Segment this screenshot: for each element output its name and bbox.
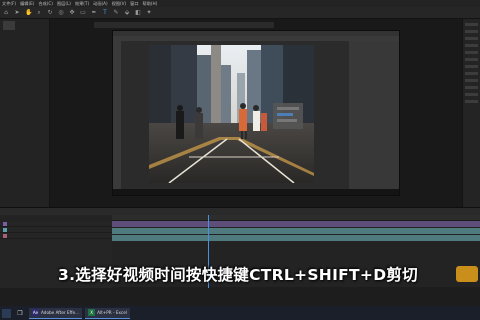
menu-window[interactable]: 窗口 bbox=[130, 1, 138, 7]
project-panel bbox=[0, 19, 50, 207]
menu-bar: 文件(F) 编辑(E) 合成(C) 图层(L) 效果(T) 动画(A) 视图(V… bbox=[0, 0, 480, 7]
os-taskbar: ❐ Ae Adobe After Effe... X Alt+PR - Exce… bbox=[0, 306, 480, 320]
text-tool-icon[interactable]: T bbox=[102, 9, 108, 16]
menu-file[interactable]: 文件(F) bbox=[2, 1, 16, 7]
street-photo-image bbox=[149, 45, 314, 183]
panel-item[interactable] bbox=[465, 58, 478, 61]
menu-composition[interactable]: 合成(C) bbox=[38, 1, 53, 7]
eraser-tool-icon[interactable]: ◧ bbox=[135, 9, 141, 16]
selection-tool-icon[interactable]: ➤ bbox=[14, 9, 20, 16]
start-button[interactable] bbox=[2, 308, 11, 318]
stamp-tool-icon[interactable]: ⬙ bbox=[124, 9, 130, 16]
right-info-panel bbox=[462, 19, 480, 207]
panel-item[interactable] bbox=[465, 100, 478, 103]
layer-track-bar[interactable] bbox=[112, 228, 480, 234]
layer-color-swatch bbox=[3, 227, 7, 232]
editor-side-panels bbox=[349, 41, 399, 189]
editor-inner-taskbar bbox=[113, 189, 399, 195]
project-info-line bbox=[0, 40, 49, 46]
tutorial-caption-band: 3.选择好视频时间按快捷键CTRL+SHIFT+D剪切 bbox=[56, 262, 420, 286]
home-icon[interactable]: ⌂ bbox=[3, 9, 9, 16]
panel-item[interactable] bbox=[465, 86, 478, 89]
editor-canvas-photo bbox=[149, 45, 314, 183]
panel-item[interactable] bbox=[465, 65, 478, 68]
panel-item[interactable] bbox=[465, 23, 478, 26]
zoom-tool-icon[interactable]: ⌕ bbox=[36, 9, 42, 16]
panel-item[interactable] bbox=[465, 51, 478, 54]
menu-layer[interactable]: 图层(L) bbox=[57, 1, 71, 7]
timeline-header bbox=[0, 208, 480, 215]
excel-icon: X bbox=[88, 309, 96, 316]
task-view-icon[interactable]: ❐ bbox=[14, 308, 26, 319]
layer-color-swatch bbox=[3, 233, 7, 238]
camera-tool-icon[interactable]: ◎ bbox=[58, 9, 64, 16]
rotate-tool-icon[interactable]: ↻ bbox=[47, 9, 53, 16]
brush-tool-icon[interactable]: ✎ bbox=[113, 9, 119, 16]
taskbar-app-label: Alt+PR - Excel bbox=[97, 310, 127, 315]
layer-track-bar[interactable] bbox=[112, 221, 480, 227]
embedded-editor-window bbox=[112, 30, 400, 196]
menu-animation[interactable]: 动画(A) bbox=[93, 1, 108, 7]
layer-color-swatch bbox=[3, 221, 7, 226]
after-effects-icon: Ae bbox=[32, 309, 39, 316]
panel-item[interactable] bbox=[465, 79, 478, 82]
panel-item[interactable] bbox=[465, 93, 478, 96]
watermark-logo bbox=[456, 266, 478, 282]
project-thumbnail bbox=[3, 21, 15, 30]
layer-track-bar[interactable] bbox=[112, 235, 480, 241]
menu-view[interactable]: 视图(V) bbox=[112, 1, 127, 7]
tools-bar: ⌂ ➤ ✋ ⌕ ↻ ◎ ✥ ▭ ✒ T ✎ ⬙ ◧ ✦ bbox=[0, 7, 480, 19]
pen-tool-icon[interactable]: ✒ bbox=[91, 9, 97, 16]
menu-effect[interactable]: 效果(T) bbox=[75, 1, 89, 7]
composition-tab[interactable] bbox=[94, 22, 274, 28]
taskbar-app-label: Adobe After Effe... bbox=[41, 310, 80, 315]
panel-item[interactable] bbox=[465, 44, 478, 47]
panel-item[interactable] bbox=[465, 72, 478, 75]
hand-tool-icon[interactable]: ✋ bbox=[25, 9, 32, 16]
pan-tool-icon[interactable]: ✥ bbox=[69, 9, 75, 16]
rectangle-tool-icon[interactable]: ▭ bbox=[80, 9, 86, 16]
tutorial-caption: 3.选择好视频时间按快捷键CTRL+SHIFT+D剪切 bbox=[58, 266, 418, 284]
editor-toolbox bbox=[113, 41, 121, 189]
menu-help[interactable]: 帮助(H) bbox=[143, 1, 158, 7]
menu-edit[interactable]: 编辑(E) bbox=[20, 1, 34, 7]
puppet-tool-icon[interactable]: ✦ bbox=[146, 9, 152, 16]
taskbar-app-after-effects[interactable]: Ae Adobe After Effe... bbox=[29, 307, 83, 319]
taskbar-app-excel[interactable]: X Alt+PR - Excel bbox=[85, 307, 130, 319]
layer-row[interactable] bbox=[0, 233, 112, 239]
panel-item[interactable] bbox=[465, 30, 478, 33]
panel-item[interactable] bbox=[465, 37, 478, 40]
